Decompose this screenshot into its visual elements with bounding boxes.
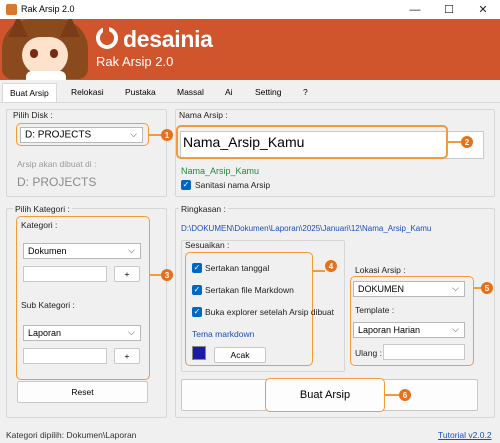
created-location-value: D: PROJECTS xyxy=(17,175,97,189)
callout-badge-6: 6 xyxy=(399,389,411,401)
markdown-checkbox[interactable]: ✓ xyxy=(192,285,202,295)
mascot-ear-right xyxy=(60,19,80,37)
add-sub-kategori-button[interactable]: + xyxy=(114,348,140,364)
tab-setting[interactable]: Setting xyxy=(248,83,288,103)
callout-badge-3: 3 xyxy=(161,269,173,281)
tanggal-checkbox[interactable]: ✓ xyxy=(192,263,202,273)
ringkasan-label: Ringkasan : xyxy=(179,204,228,214)
ulang-input[interactable] xyxy=(383,344,465,360)
tutorial-link[interactable]: Tutorial v2.0.2 xyxy=(438,430,492,440)
lokasi-select[interactable]: DOKUMEN ⌵ xyxy=(353,281,465,297)
maximize-button[interactable]: ☐ xyxy=(432,0,466,19)
sanitize-label: Sanitasi nama Arsip xyxy=(195,180,271,190)
tema-color-swatch[interactable] xyxy=(192,346,206,360)
markdown-label: Sertakan file Markdown xyxy=(205,285,294,295)
template-label: Template : xyxy=(355,305,395,315)
sub-kategori-new-input[interactable] xyxy=(23,348,107,364)
disk-select[interactable]: D: PROJECTS ⌵ xyxy=(20,127,143,143)
nama-preview: Nama_Arsip_Kamu xyxy=(181,166,260,176)
callout-badge-2: 2 xyxy=(461,136,473,148)
chevron-down-icon: ⌵ xyxy=(452,282,459,293)
callout-badge-4: 4 xyxy=(325,260,337,272)
explorer-label: Buka explorer setelah Arsip dibuat xyxy=(205,307,334,317)
mascot-eye-right xyxy=(50,49,58,58)
add-kategori-button[interactable]: + xyxy=(114,266,140,282)
disk-select-value: D: PROJECTS xyxy=(25,129,92,141)
kategori-label: Kategori : xyxy=(21,220,58,230)
mascot-face xyxy=(22,37,68,75)
sanitize-checkbox[interactable]: ✓ xyxy=(181,180,191,190)
created-location-label: Arsip akan dibuat di : xyxy=(17,159,97,169)
sub-kategori-select[interactable]: Laporan ⌵ xyxy=(23,325,141,341)
callout-badge-5: 5 xyxy=(481,282,493,294)
kategori-select[interactable]: Dokumen ⌵ xyxy=(23,243,141,259)
acak-button[interactable]: Acak xyxy=(214,347,266,363)
chevron-down-icon: ⌵ xyxy=(130,128,137,139)
ulang-label: Ulang : xyxy=(355,348,382,358)
chevron-down-icon: ⌵ xyxy=(128,326,135,337)
title-bar: Rak Arsip 2.0 — ☐ ✕ xyxy=(0,0,500,19)
kategori-new-input[interactable] xyxy=(23,266,107,282)
status-text: Kategori dipilih: Dokumen\Laporan xyxy=(6,430,137,440)
nama-label: Nama Arsip : xyxy=(179,110,228,120)
mascot-ear-left xyxy=(8,19,28,37)
close-button[interactable]: ✕ xyxy=(466,0,500,19)
badge-connector-6 xyxy=(385,394,399,396)
tab-help[interactable]: ? xyxy=(296,83,315,103)
lokasi-select-value: DOKUMEN xyxy=(358,284,405,294)
app-icon xyxy=(6,4,17,15)
brand-subtitle: Rak Arsip 2.0 xyxy=(96,54,174,69)
explorer-checkbox[interactable]: ✓ xyxy=(192,307,202,317)
mascot-body xyxy=(26,71,66,80)
reset-button[interactable]: Reset xyxy=(17,381,148,403)
header-banner: desainia Rak Arsip 2.0 xyxy=(0,19,500,80)
kategori-group-label: Pilih Kategori : xyxy=(13,204,72,214)
buat-arsip-panel: Pilih Disk : D: PROJECTS ⌵ 1 Arsip akan … xyxy=(3,103,497,421)
tanggal-label: Sertakan tanggal xyxy=(205,263,270,273)
tema-markdown-link[interactable]: Tema markdown xyxy=(192,329,254,339)
tab-relokasi[interactable]: Relokasi xyxy=(64,83,111,103)
kategori-select-value: Dokumen xyxy=(28,246,67,256)
chevron-down-icon: ⌵ xyxy=(128,244,135,255)
badge-connector-4 xyxy=(313,270,325,272)
tab-bar: Buat Arsip Relokasi Pustaka Massal Ai Se… xyxy=(0,80,500,103)
template-select[interactable]: Laporan Harian ⌵ xyxy=(353,322,465,338)
chevron-down-icon: ⌵ xyxy=(452,323,459,334)
mascot-eye-left xyxy=(30,49,38,58)
window-title: Rak Arsip 2.0 xyxy=(21,4,75,14)
sesuaikan-label: Sesuaikan : xyxy=(185,240,230,250)
minimize-button[interactable]: — xyxy=(398,0,432,19)
sub-kategori-select-value: Laporan xyxy=(28,328,62,338)
buat-arsip-button[interactable]: Buat Arsip xyxy=(265,378,385,412)
callout-badge-1: 1 xyxy=(161,129,173,141)
status-bar: Kategori dipilih: Dokumen\Laporan Tutori… xyxy=(0,428,500,443)
badge-connector-3 xyxy=(150,274,161,276)
template-select-value: Laporan Harian xyxy=(358,325,421,335)
lokasi-label: Lokasi Arsip : xyxy=(355,265,406,275)
tab-buat-arsip[interactable]: Buat Arsip xyxy=(2,83,57,103)
badge-connector-2 xyxy=(448,141,462,143)
ringkasan-path: D:\DOKUMEN\Dokumen\Laporan\2025\Januari\… xyxy=(181,224,432,233)
tab-pustaka[interactable]: Pustaka xyxy=(118,83,163,103)
brand-name: desainia xyxy=(123,26,213,52)
sub-kategori-label: Sub Kategori : xyxy=(21,300,75,310)
nama-arsip-input[interactable]: Nama_Arsip_Kamu xyxy=(183,134,304,150)
tab-ai[interactable]: Ai xyxy=(218,83,240,103)
disk-label: Pilih Disk : xyxy=(13,110,53,120)
tab-massal[interactable]: Massal xyxy=(170,83,211,103)
brand-logo-icon xyxy=(96,25,118,49)
